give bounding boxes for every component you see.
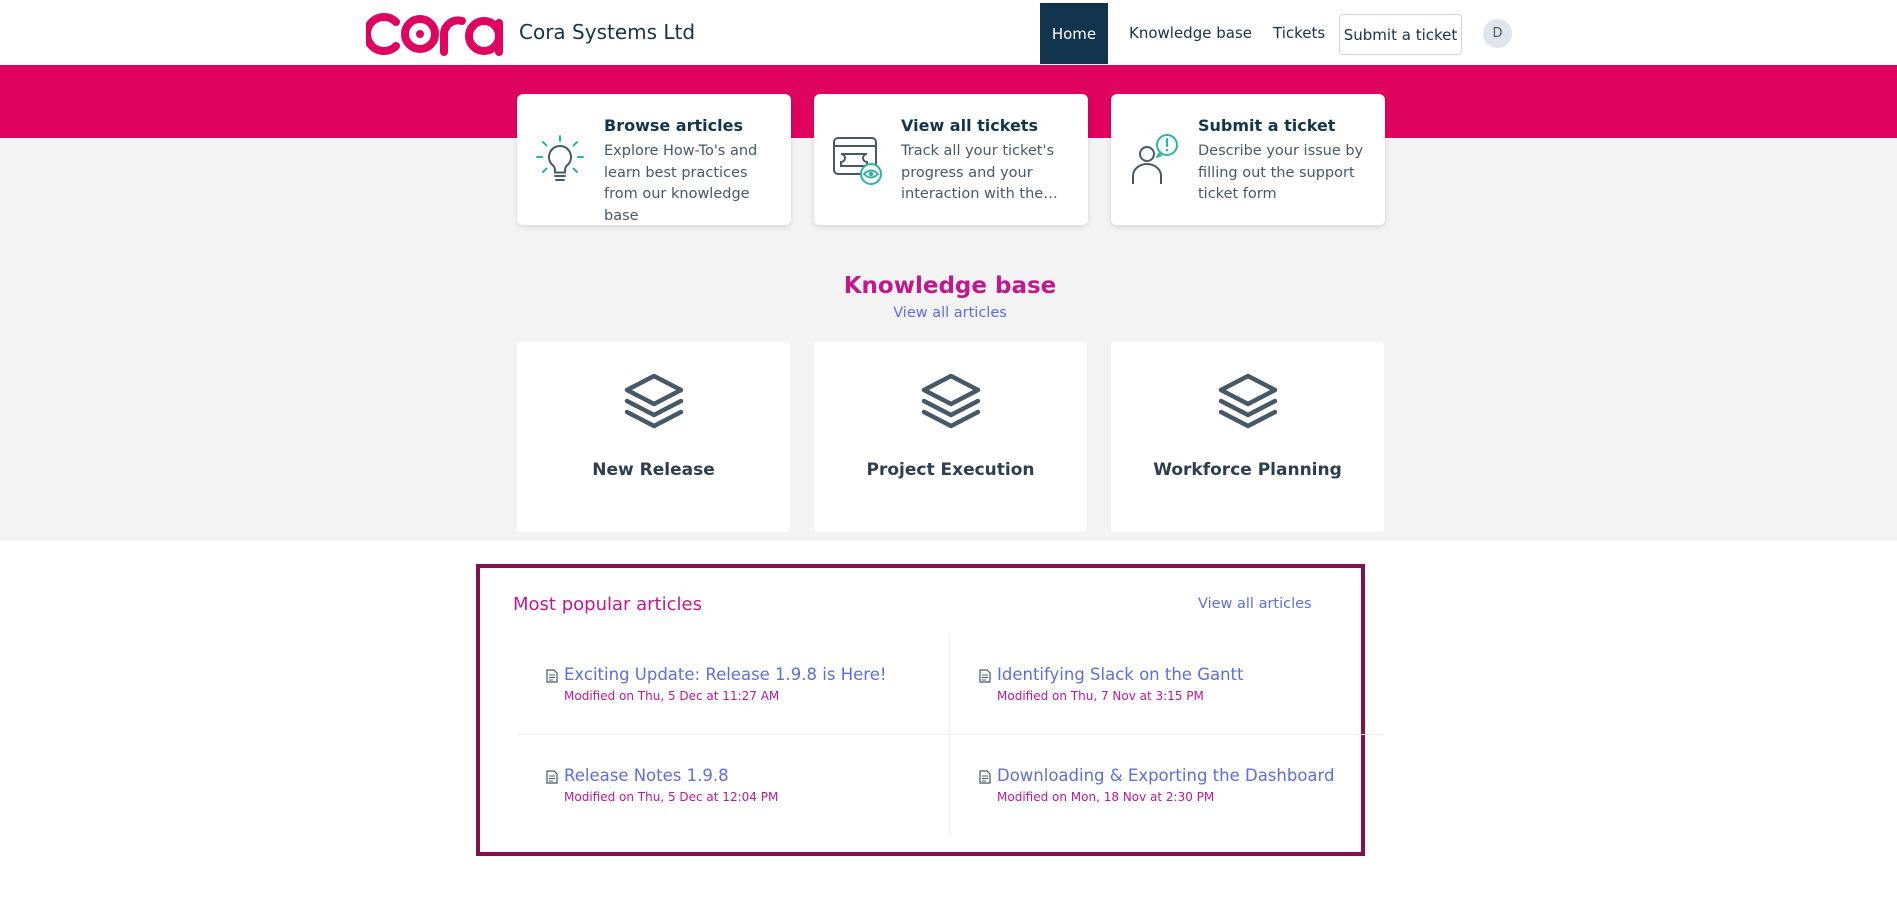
document-icon: [979, 770, 991, 784]
view-tickets-card[interactable]: View all tickets Track all your ticket's…: [814, 94, 1088, 225]
knowledge-base-heading: Knowledge base: [843, 273, 1057, 299]
popular-articles-heading: Most popular articles: [513, 594, 702, 615]
layers-icon: [921, 373, 981, 429]
article-modified-date: Modified on Mon, 18 Nov at 2:30 PM: [997, 790, 1215, 804]
category-label: Project Execution: [866, 460, 1035, 480]
company-name[interactable]: Cora Systems Ltd: [519, 20, 695, 44]
category-workforce-planning[interactable]: Workforce Planning: [1111, 342, 1384, 532]
layers-icon: [624, 373, 684, 429]
ticket-eye-icon: [833, 137, 882, 185]
kb-view-all-link[interactable]: View all articles: [0, 305, 1897, 321]
article-modified-date: Modified on Thu, 7 Nov at 3:15 PM: [997, 689, 1204, 703]
article-title-link[interactable]: Downloading & Exporting the Dashboard: [997, 766, 1335, 785]
user-avatar[interactable]: D: [1483, 19, 1512, 48]
submit-ticket-card[interactable]: Submit a ticket Describe your issue by f…: [1111, 94, 1385, 225]
popular-view-all-link[interactable]: View all articles: [1198, 596, 1312, 612]
category-new-release[interactable]: New Release: [517, 342, 790, 532]
card-description: Explore How-To's and learn best practice…: [604, 143, 758, 224]
card-description: Track all your ticket's progress and you…: [901, 143, 1058, 202]
nav-knowledge-base-tab[interactable]: Knowledge base: [1129, 24, 1252, 42]
article-title-link[interactable]: Identifying Slack on the Gantt: [997, 665, 1244, 684]
nav-tickets-tab[interactable]: Tickets: [1273, 24, 1325, 42]
top-navigation: Cora Systems Ltd Home Knowledge base Tic…: [0, 0, 1897, 65]
browse-articles-card[interactable]: Browse articles Explore How-To's and lea…: [517, 94, 791, 225]
article-title-link[interactable]: Exciting Update: Release 1.9.8 is Here!: [564, 665, 886, 684]
category-project-execution[interactable]: Project Execution: [814, 342, 1087, 532]
category-label: New Release: [592, 460, 715, 480]
card-title: Submit a ticket: [1198, 116, 1336, 135]
submit-ticket-button[interactable]: Submit a ticket: [1339, 14, 1462, 55]
document-icon: [979, 669, 991, 683]
person-alert-icon: [1132, 134, 1178, 184]
column-divider: [949, 634, 950, 836]
nav-home-tab[interactable]: Home: [1040, 3, 1108, 64]
row-divider: [517, 734, 1384, 735]
card-title: Browse articles: [604, 116, 743, 135]
lightbulb-icon: [536, 135, 584, 181]
card-title: View all tickets: [901, 116, 1038, 135]
article-title-link[interactable]: Release Notes 1.9.8: [564, 766, 729, 785]
article-modified-date: Modified on Thu, 5 Dec at 12:04 PM: [564, 790, 779, 804]
article-modified-date: Modified on Thu, 5 Dec at 11:27 AM: [564, 689, 780, 703]
layers-icon: [1218, 373, 1278, 429]
category-label: Workforce Planning: [1153, 460, 1342, 480]
cora-logo[interactable]: [366, 8, 513, 58]
document-icon: [546, 669, 558, 683]
card-description: Describe your issue by filling out the s…: [1198, 143, 1364, 202]
document-icon: [546, 770, 558, 784]
